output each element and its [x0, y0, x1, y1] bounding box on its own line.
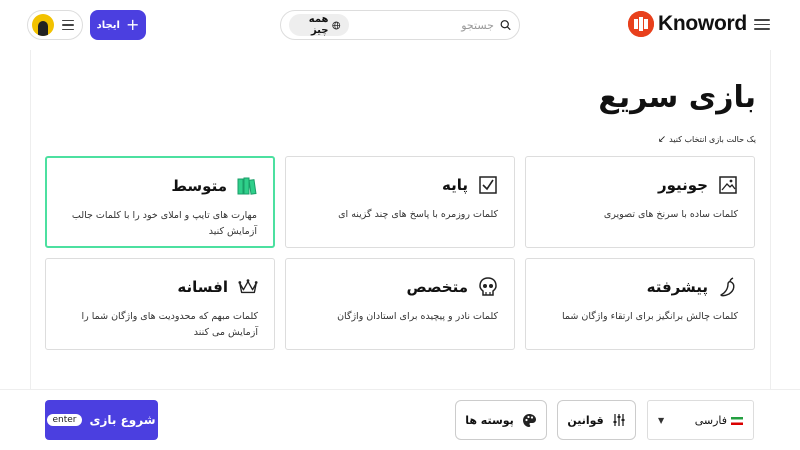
logo[interactable]: Knoword [628, 10, 747, 38]
mode-title: متوسط [171, 177, 227, 195]
mode-description: مهارت های تایپ و املای خود را با کلمات ج… [71, 210, 257, 238]
divider [770, 50, 771, 390]
mode-title: متخصص [406, 278, 468, 296]
search-input[interactable] [348, 18, 494, 32]
skins-label: پوسته ها [465, 413, 514, 427]
knoword-logo-icon [628, 11, 654, 37]
palette-icon [522, 413, 536, 427]
logo-text: Knoword [658, 12, 747, 35]
mode-hint-text: یک حالت بازی انتخاب کنید [669, 135, 756, 144]
iran-flag-icon [731, 416, 743, 425]
rules-button[interactable]: قوانین [557, 400, 636, 440]
search-bar[interactable]: همه چیز [280, 10, 520, 40]
enter-key-badge: enter [47, 414, 82, 426]
user-menu[interactable] [27, 10, 83, 40]
mode-card-basic[interactable]: پایه کلمات روزمره با پاسخ های چند گزینه … [285, 156, 515, 248]
create-button[interactable]: + ایجاد [90, 10, 146, 40]
mode-title: پایه [442, 176, 468, 194]
divider [30, 50, 31, 390]
mode-title: افسانه [177, 278, 228, 296]
mode-description: کلمات نادر و پیچیده برای استادان واژگان [337, 311, 498, 322]
mode-description: کلمات روزمره با پاسخ های چند گزینه ای [338, 209, 498, 220]
globe-icon [332, 21, 341, 29]
skins-button[interactable]: پوسته ها [455, 400, 547, 440]
sliders-icon [613, 414, 625, 426]
pepper-icon [718, 277, 738, 297]
mode-description: کلمات مبهم که محدودیت های واژگان شما را … [81, 311, 258, 339]
mode-hint: یک حالت بازی انتخاب کنید ↙ [658, 134, 756, 145]
books-icon [237, 176, 257, 196]
checkbox-icon [478, 175, 498, 195]
mode-card-expert[interactable]: متخصص کلمات نادر و پیچیده برای استادان و… [285, 258, 515, 350]
language-select[interactable]: فارسی ▼ [647, 400, 754, 440]
start-game-label: شروع بازی [89, 413, 156, 427]
mode-card-advanced[interactable]: پیشرفته کلمات چالش برانگیز برای ارتقاء و… [525, 258, 755, 350]
crown-icon [238, 277, 258, 297]
mode-card-legend[interactable]: افسانه کلمات مبهم که محدودیت های واژگان … [45, 258, 275, 350]
avatar[interactable] [32, 14, 54, 36]
user-menu-icon [62, 17, 74, 34]
create-label: ایجاد [96, 19, 120, 31]
mode-title: جونیور [657, 176, 708, 194]
rules-label: قوانین [567, 413, 604, 427]
caret-down-icon: ▼ [658, 415, 665, 425]
mode-card-intermediate[interactable]: متوسط مهارت های تایپ و املای خود را با ک… [45, 156, 275, 248]
arrow-down-left-icon: ↙ [657, 134, 667, 145]
divider [0, 389, 800, 390]
plus-icon: + [125, 15, 140, 34]
menu-icon[interactable] [754, 16, 770, 32]
language-value: فارسی [695, 414, 743, 427]
top-bar: Knoword همه چیز + ایجاد [0, 0, 800, 50]
search-icon [500, 20, 511, 31]
page-title: بازی سریع [598, 80, 756, 115]
search-scope-label: همه چیز [308, 14, 329, 36]
mode-description: کلمات ساده با سرنخ های تصویری [603, 209, 738, 220]
start-game-button[interactable]: شروع بازی enter [45, 400, 158, 440]
mode-title: پیشرفته [646, 278, 708, 296]
mode-card-junior[interactable]: جونیور کلمات ساده با سرنخ های تصویری [525, 156, 755, 248]
mode-description: کلمات چالش برانگیز برای ارتقاء واژگان شم… [562, 311, 738, 322]
image-icon [718, 175, 738, 195]
search-scope-pill[interactable]: همه چیز [289, 14, 349, 36]
language-label: فارسی [694, 413, 727, 427]
skull-icon [478, 277, 498, 297]
